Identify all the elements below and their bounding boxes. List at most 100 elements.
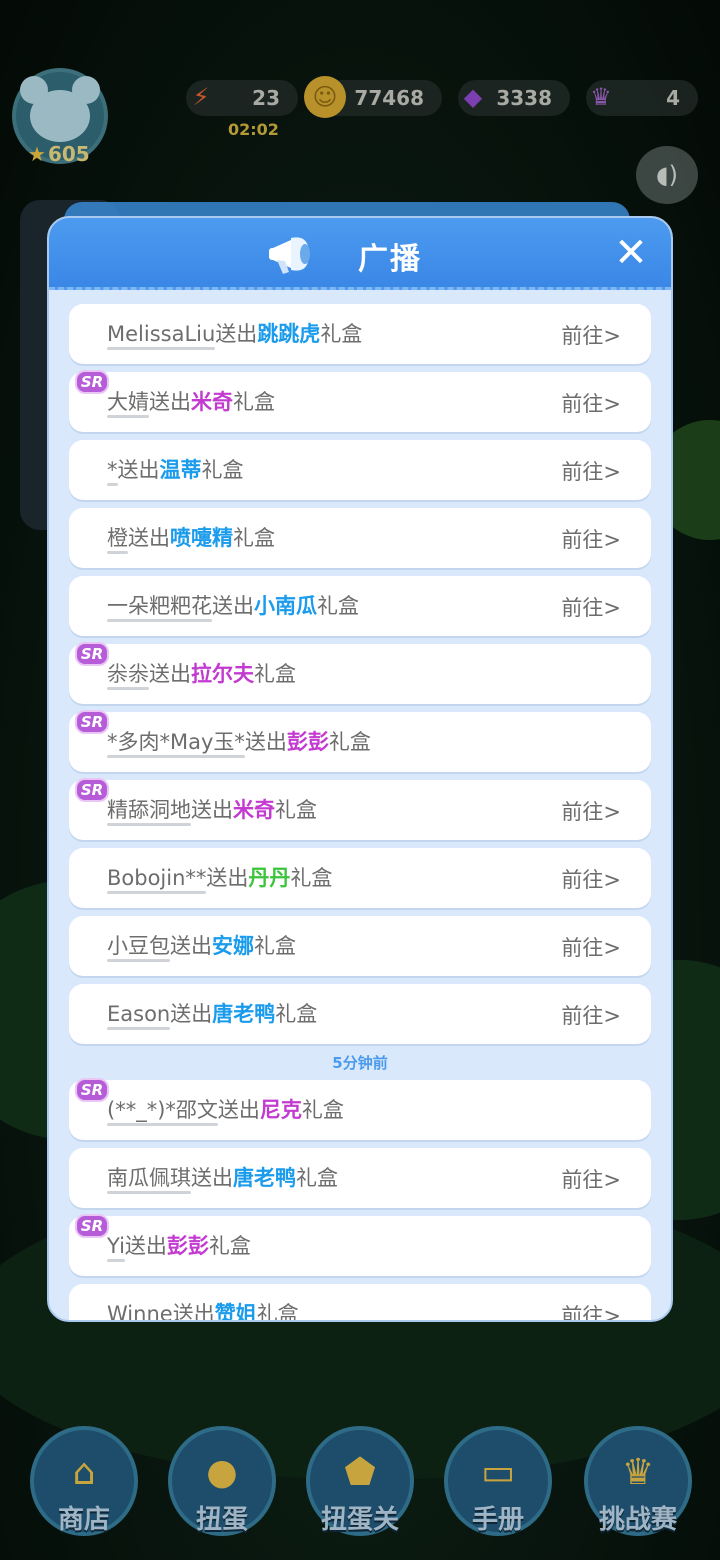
broadcast-list[interactable]: MelissaLiu 送出跳跳虎礼盒 前往> SR 大婧 送出米奇礼盒 前往> * 送出温蒂礼盒…	[69, 304, 651, 1320]
sender-name[interactable]: Yi	[107, 1234, 125, 1262]
energy-timer: 02:02	[228, 120, 279, 139]
sender-name[interactable]: 大婧	[107, 390, 149, 418]
sender-underline	[107, 687, 149, 690]
speaker-icon: ◖)	[655, 161, 678, 189]
broadcast-row[interactable]: * 送出温蒂礼盒 前往>	[69, 440, 651, 500]
sender-underline	[107, 1191, 191, 1194]
action-text: 送出	[149, 662, 191, 686]
broadcast-row[interactable]: SR 尜尜 送出拉尔夫礼盒	[69, 642, 651, 704]
gift-name: 跳跳虎	[257, 322, 321, 346]
action-text: 送出	[244, 730, 287, 754]
sender-name[interactable]: 橙	[107, 526, 128, 554]
goto-link[interactable]: 前往>	[561, 456, 621, 486]
sender-name[interactable]: *多肉*May玉*	[107, 730, 245, 758]
broadcast-row[interactable]: SR 大婧 送出米奇礼盒 前往>	[69, 370, 651, 432]
sender-underline	[107, 1259, 125, 1262]
close-icon[interactable]: ✕	[611, 233, 651, 274]
action-text: 送出	[170, 934, 212, 958]
sender-underline	[107, 347, 216, 350]
broadcast-row[interactable]: Bobojin** 送出丹丹礼盒 前往>	[69, 848, 651, 908]
coin-counter[interactable]: ☺ 77468	[304, 76, 442, 118]
sender-name[interactable]: *	[107, 458, 118, 486]
broadcast-row[interactable]: SR *多肉*May玉* 送出彭彭礼盒	[69, 710, 651, 772]
nav-gacha[interactable]: ● 扭蛋	[168, 1426, 276, 1536]
gacha-level-icon: ⬟	[344, 1452, 376, 1493]
sender-underline	[107, 483, 118, 486]
gift-suffix: 礼盒	[233, 390, 275, 414]
broadcast-message: 大婧 送出米奇礼盒	[107, 386, 275, 418]
sender-underline	[107, 619, 212, 622]
goto-link[interactable]: 前往>	[561, 1164, 621, 1194]
sender-name[interactable]: (**_*)*邵文	[107, 1098, 218, 1126]
action-text: 送出	[206, 866, 249, 890]
action-text: 送出	[212, 594, 254, 618]
lightning-icon: ⚡	[192, 83, 210, 111]
goto-link[interactable]: 前往>	[561, 1000, 621, 1030]
sender-underline	[107, 551, 128, 554]
broadcast-row[interactable]: 南瓜佩琪 送出唐老鸭礼盒 前往>	[69, 1148, 651, 1208]
dialog-header: 广播 ✕	[49, 218, 671, 290]
gift-name: 赞姐	[214, 1302, 257, 1320]
broadcast-message: MelissaLiu 送出跳跳虎礼盒	[107, 318, 362, 350]
sender-name[interactable]: 精舔洞地	[107, 798, 191, 826]
sender-underline	[107, 1027, 171, 1030]
sr-rarity-icon: SR	[75, 370, 109, 394]
broadcast-row[interactable]: MelissaLiu 送出跳跳虎礼盒 前往>	[69, 304, 651, 364]
goto-link[interactable]: 前往>	[561, 796, 621, 826]
nav-challenge[interactable]: ♛ 挑战赛	[584, 1426, 692, 1536]
crown-counter[interactable]: ♛ 4	[586, 80, 698, 116]
sender-name[interactable]: 一朵粑粑花	[107, 594, 212, 622]
broadcast-row[interactable]: 一朵粑粑花 送出小南瓜礼盒 前往>	[69, 576, 651, 636]
sender-underline	[107, 415, 149, 418]
goto-link[interactable]: 前往>	[561, 388, 621, 418]
broadcast-row[interactable]: Eason 送出唐老鸭礼盒 前往>	[69, 984, 651, 1044]
broadcast-row[interactable]: SR Yi 送出彭彭礼盒	[69, 1214, 651, 1276]
goto-link[interactable]: 前往>	[561, 864, 621, 894]
broadcast-message: 尜尜 送出拉尔夫礼盒	[107, 658, 296, 690]
gift-name: 米奇	[233, 798, 275, 822]
sender-name[interactable]: 小豆包	[107, 934, 170, 962]
broadcast-message: 小豆包 送出安娜礼盒	[107, 930, 296, 962]
broadcast-message: Bobojin** 送出丹丹礼盒	[107, 862, 332, 894]
nav-shop[interactable]: ⌂ 商店	[30, 1426, 138, 1536]
nav-gacha-level[interactable]: ⬟ 扭蛋关	[306, 1426, 414, 1536]
gift-name: 尼克	[259, 1098, 302, 1122]
broadcast-row[interactable]: 橙送出喷嚏精礼盒 前往>	[69, 508, 651, 568]
sender-name[interactable]: Bobojin**	[107, 866, 207, 894]
sender-name[interactable]: 尜尜	[107, 662, 149, 690]
broadcast-row[interactable]: SR 精舔洞地 送出米奇礼盒 前往>	[69, 778, 651, 840]
gift-name: 喷嚏精	[170, 526, 233, 550]
goto-link[interactable]: 前往>	[561, 524, 621, 554]
gift-suffix: 礼盒	[317, 594, 359, 618]
broadcast-row[interactable]: 小豆包 送出安娜礼盒 前往>	[69, 916, 651, 976]
energy-counter[interactable]: ⚡ 23	[186, 80, 298, 116]
sr-rarity-icon: SR	[75, 1214, 109, 1238]
sender-name[interactable]: Winne	[107, 1302, 173, 1320]
action-text: 送出	[191, 1166, 233, 1190]
sender-name[interactable]: Eason	[107, 1002, 171, 1030]
broadcast-message: 橙送出喷嚏精礼盒	[107, 522, 275, 554]
sr-rarity-icon: SR	[75, 642, 109, 666]
goto-link[interactable]: 前往>	[561, 932, 621, 962]
goto-link[interactable]: 前往>	[561, 1300, 621, 1320]
goto-link[interactable]: 前往>	[561, 320, 621, 350]
sender-name[interactable]: MelissaLiu	[107, 322, 216, 350]
gift-name: 米奇	[191, 390, 233, 414]
gift-suffix: 礼盒	[208, 1234, 251, 1258]
broadcast-toggle-button[interactable]: ◖)	[636, 146, 698, 204]
gift-suffix: 礼盒	[201, 458, 244, 482]
action-text: 送出	[149, 390, 191, 414]
nav-handbook[interactable]: ▭ 手册	[444, 1426, 552, 1536]
broadcast-row[interactable]: SR (**_*)*邵文 送出尼克礼盒	[69, 1078, 651, 1140]
star-count: ★ 605	[28, 142, 90, 166]
action-text: 送出	[191, 798, 233, 822]
sender-name[interactable]: 南瓜佩琪	[107, 1166, 191, 1194]
broadcast-message: * 送出温蒂礼盒	[107, 454, 244, 486]
gift-name: 安娜	[212, 934, 254, 958]
dialog-title: 广播	[358, 242, 422, 277]
gem-counter[interactable]: ◆ 3338	[458, 80, 570, 116]
action-text: 送出	[117, 458, 160, 482]
broadcast-message: (**_*)*邵文 送出尼克礼盒	[107, 1094, 344, 1126]
broadcast-row[interactable]: Winne 送出赞姐礼盒 前往>	[69, 1284, 651, 1320]
goto-link[interactable]: 前往>	[561, 592, 621, 622]
